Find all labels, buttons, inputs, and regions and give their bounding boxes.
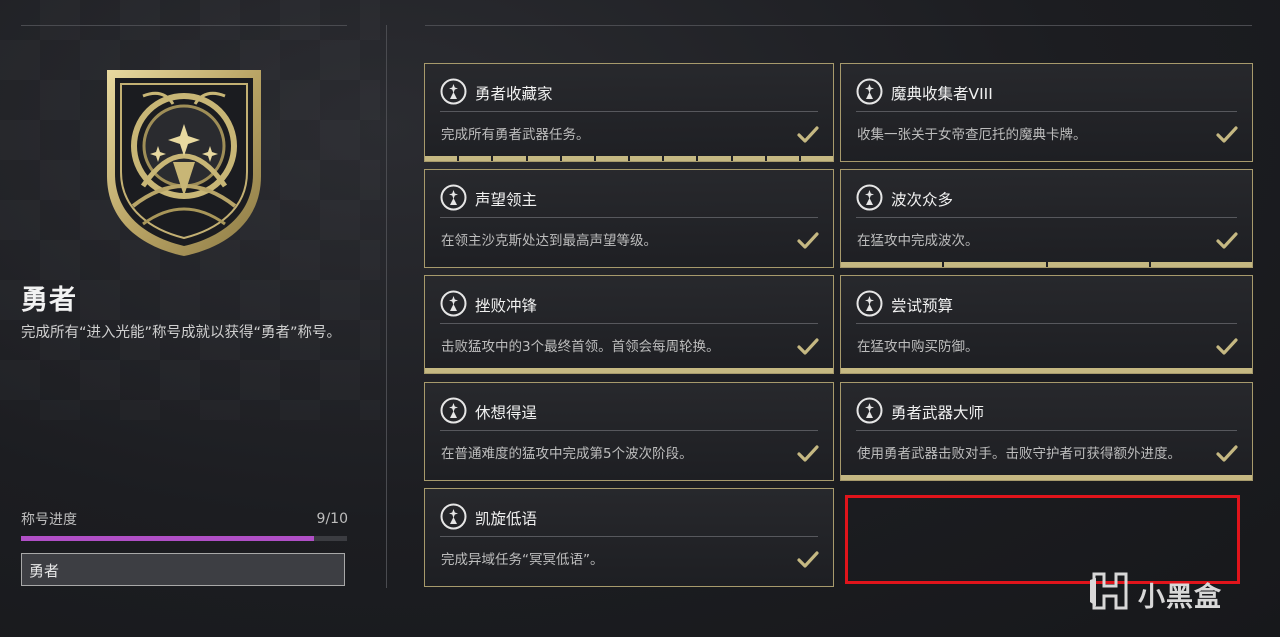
triumph-divider	[856, 111, 1237, 112]
triumph-progress-segment	[841, 475, 1252, 480]
panel-divider	[386, 25, 387, 588]
triumph-title: 声望领主	[475, 191, 538, 209]
triumph-title: 魔典收集者VIII	[891, 85, 993, 103]
triumph-progress-segment	[425, 368, 833, 373]
triumph-card[interactable]: 休想得逞在普通难度的猛攻中完成第5个波次阶段。	[424, 382, 834, 481]
equipped-title-text: 勇者	[29, 562, 60, 580]
title-progress-label: 称号进度	[21, 512, 77, 528]
checkmark-icon	[1216, 126, 1238, 143]
right-top-divider	[425, 25, 1252, 26]
triumph-progress-bar	[425, 156, 834, 161]
triumph-description: 收集一张关于女帝查厄托的魔典卡牌。	[857, 127, 1087, 143]
triumph-title: 挫败冲锋	[475, 297, 538, 315]
checkmark-icon	[1216, 232, 1238, 249]
triumph-seal-icon	[440, 503, 467, 530]
title-description: 完成所有“进入光能”称号成就以获得“勇者”称号。	[21, 325, 342, 341]
triumph-progress-segment	[1150, 262, 1252, 267]
triumph-progress-segment	[841, 368, 1252, 373]
triumph-progress-segment	[493, 156, 526, 161]
triumph-divider	[856, 323, 1237, 324]
triumph-progress-segment	[630, 156, 663, 161]
triumph-description: 在猛攻中完成波次。	[857, 233, 979, 249]
watermark-text: 小黑盒	[1138, 582, 1222, 613]
triumph-card[interactable]: 挫败冲锋击败猛攻中的3个最终首领。首领会每周轮换。	[424, 275, 834, 374]
triumph-progress-segment	[561, 156, 594, 161]
triumph-progress-segment	[595, 156, 629, 161]
checkmark-icon	[1216, 445, 1238, 462]
triumph-card[interactable]: 波次众多在猛攻中完成波次。	[840, 169, 1253, 268]
triumph-title: 勇者收藏家	[475, 85, 553, 103]
triumph-seal-icon	[856, 184, 883, 211]
triumph-progress-bar	[841, 262, 1252, 267]
triumph-progress-segment	[664, 156, 697, 161]
title-name: 勇者	[21, 285, 77, 316]
triumph-card[interactable]: 尝试预算在猛攻中购买防御。	[840, 275, 1253, 374]
triumph-progress-segment	[425, 156, 458, 161]
triumph-seal-icon	[856, 78, 883, 105]
triumph-description: 使用勇者武器击败对手。击败守护者可获得额外进度。	[857, 446, 1181, 462]
triumph-divider	[440, 536, 818, 537]
triumph-title: 尝试预算	[891, 297, 954, 315]
checkmark-icon	[797, 338, 819, 355]
triumph-progress-segment	[841, 262, 943, 267]
triumph-title: 休想得逞	[475, 404, 538, 422]
triumph-description: 在普通难度的猛攻中完成第5个波次阶段。	[441, 446, 693, 462]
triumph-divider	[856, 430, 1237, 431]
triumph-progress-segment	[732, 156, 765, 161]
triumph-description: 在领主沙克斯处达到最高声望等级。	[441, 233, 657, 249]
triumph-divider	[856, 217, 1237, 218]
triumph-divider	[440, 323, 818, 324]
triumph-description: 完成异域任务“冥冥低语”。	[441, 552, 604, 568]
checkmark-icon	[797, 126, 819, 143]
checkmark-icon	[797, 232, 819, 249]
left-top-divider	[21, 25, 347, 26]
triumph-divider	[440, 111, 818, 112]
triumph-description: 完成所有勇者武器任务。	[441, 127, 590, 143]
triumph-title: 勇者武器大师	[891, 404, 985, 422]
triumph-seal-icon	[440, 78, 467, 105]
title-progress-fill	[21, 536, 315, 541]
triumph-progress-bar	[841, 368, 1252, 373]
triumph-progress-segment	[459, 156, 492, 161]
triumph-progress-segment	[1047, 262, 1149, 267]
triumph-progress-segment	[944, 262, 1046, 267]
checkmark-icon	[797, 551, 819, 568]
triumph-seal-icon	[440, 184, 467, 211]
triumph-divider	[440, 217, 818, 218]
checkmark-icon	[1216, 338, 1238, 355]
triumph-seal-icon	[440, 290, 467, 317]
triumph-description: 击败猛攻中的3个最终首领。首领会每周轮换。	[441, 339, 720, 355]
triumph-card[interactable]: 勇者武器大师使用勇者武器击败对手。击败守护者可获得额外进度。	[840, 382, 1253, 481]
triumph-progress-segment	[766, 156, 799, 161]
equipped-title-field[interactable]: 勇者	[21, 553, 345, 586]
triumph-progress-segment	[527, 156, 560, 161]
triumph-seal-icon	[440, 397, 467, 424]
title-seal-emblem-icon	[107, 70, 261, 256]
triumph-title: 凯旋低语	[475, 510, 538, 528]
checkmark-icon	[797, 445, 819, 462]
title-progress-count: 9/10	[316, 511, 348, 527]
watermark: 小黑盒	[1088, 570, 1248, 616]
triumph-progress-segment	[800, 156, 834, 161]
triumph-card[interactable]: 声望领主在领主沙克斯处达到最高声望等级。	[424, 169, 834, 268]
triumph-title: 波次众多	[891, 191, 954, 209]
triumph-seal-icon	[856, 397, 883, 424]
title-progress-bar	[21, 536, 347, 541]
triumph-divider	[440, 430, 818, 431]
triumph-card[interactable]: 魔典收集者VIII 收集一张关于女帝查厄托的魔典卡牌。	[840, 63, 1253, 162]
triumph-description: 在猛攻中购买防御。	[857, 339, 979, 355]
heybox-logo-icon	[1090, 572, 1128, 610]
triumph-progress-segment	[698, 156, 731, 161]
triumph-card[interactable]: 凯旋低语完成异域任务“冥冥低语”。	[424, 488, 834, 587]
triumph-seal-icon	[856, 290, 883, 317]
triumph-progress-bar	[425, 368, 833, 373]
triumph-card[interactable]: 勇者收藏家完成所有勇者武器任务。	[424, 63, 834, 162]
triumph-progress-bar	[841, 475, 1252, 480]
